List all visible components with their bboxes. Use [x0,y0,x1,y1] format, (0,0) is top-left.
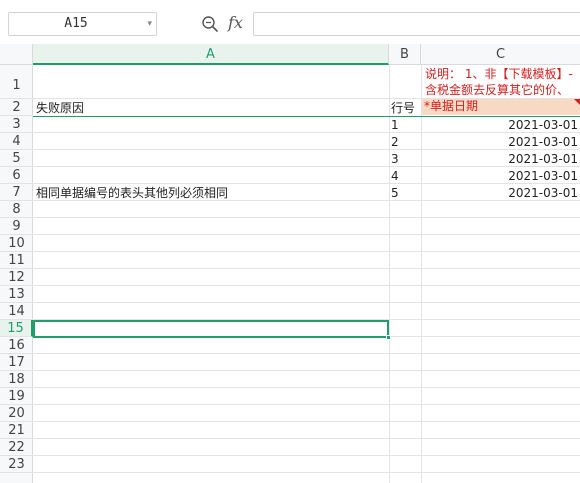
comment-marker-icon[interactable] [574,99,580,105]
spreadsheet-grid[interactable]: 说明： 1、非【下载模板】- 含税金额去反算其它的价、 失败原因 行号 *单据日… [33,65,580,483]
gridline [389,65,390,483]
row-header-12[interactable]: 12 [0,269,33,286]
row-header-16[interactable]: 16 [0,337,33,354]
gridline [33,217,580,218]
gridline [33,234,580,235]
row-header-20[interactable]: 20 [0,405,33,422]
row-header-3[interactable]: 3 [0,116,33,133]
cell-c4[interactable]: 2021-03-01 [422,135,578,150]
row-header-6[interactable]: 6 [0,167,33,184]
gridline [33,472,580,473]
cell-c3[interactable]: 2021-03-01 [422,118,578,133]
cell-c2-label: *单据日期 [424,99,479,113]
gridline [33,370,580,371]
row-headers: 1 2 3 4 5 6 7 8 9 10 11 12 13 14 15 16 1… [0,65,33,483]
cell-a7[interactable]: 相同单据编号的表头其他列必须相同 [36,186,228,201]
cell-b6[interactable]: 4 [391,169,399,184]
row-header-22[interactable]: 22 [0,439,33,456]
gridline [33,404,580,405]
name-box-value: A15 [64,16,88,31]
gridline [33,455,580,456]
zoom-icon[interactable] [200,14,220,34]
cell-a2[interactable]: 失败原因 [36,101,84,116]
row-header-9[interactable]: 9 [0,218,33,235]
row-header-7[interactable]: 7 [0,184,33,201]
fill-handle[interactable] [386,335,391,340]
cell-b4[interactable]: 2 [391,135,399,150]
row-header-19[interactable]: 19 [0,388,33,405]
fx-icon[interactable]: fx [228,12,243,34]
gridline [33,302,580,303]
chevron-down-icon[interactable]: ▾ [147,13,152,35]
freeze-pane-line [33,116,580,117]
row-header-11[interactable]: 11 [0,252,33,269]
row-header-10[interactable]: 10 [0,235,33,252]
gridline [33,251,580,252]
cell-c2[interactable]: *单据日期 [422,99,580,115]
cell-b2[interactable]: 行号 [391,101,415,116]
cell-b7[interactable]: 5 [391,186,399,201]
cell-c7[interactable]: 2021-03-01 [422,186,578,201]
column-header-c[interactable]: C [421,44,580,65]
cell-c1-notice-line2: 含税金额去反算其它的价、 [425,83,570,97]
column-header-row: A B C [0,44,580,65]
row-header-4[interactable]: 4 [0,133,33,150]
column-header-b[interactable]: B [389,44,421,65]
select-all-corner[interactable] [0,44,33,65]
formula-bar: A15 ▾ fx [0,0,580,44]
row-header-14[interactable]: 14 [0,303,33,320]
column-header-a[interactable]: A [33,44,389,65]
cell-b3[interactable]: 1 [391,118,399,133]
name-box[interactable]: A15 ▾ [8,12,157,36]
row-header-13[interactable]: 13 [0,286,33,303]
gridline [33,353,580,354]
row-header-2[interactable]: 2 [0,99,33,116]
gridline [33,421,580,422]
formula-input[interactable] [253,12,580,36]
cell-c6[interactable]: 2021-03-01 [422,169,578,184]
gridline [33,285,580,286]
row-header-5[interactable]: 5 [0,150,33,167]
gridline [33,438,580,439]
row-header-15[interactable]: 15 [0,320,33,337]
cell-b5[interactable]: 3 [391,152,399,167]
row-header-18[interactable]: 18 [0,371,33,388]
active-cell-selection[interactable] [33,320,389,338]
cell-c5[interactable]: 2021-03-01 [422,152,578,167]
gridline [33,268,580,269]
cell-c1-notice-line1: 说明： 1、非【下载模板】- [425,67,573,81]
gridline [33,387,580,388]
row-header-17[interactable]: 17 [0,354,33,371]
row-header-1[interactable]: 1 [0,65,33,99]
row-header-21[interactable]: 21 [0,422,33,439]
row-header-23[interactable]: 23 [0,456,33,473]
row-header-8[interactable]: 8 [0,201,33,218]
